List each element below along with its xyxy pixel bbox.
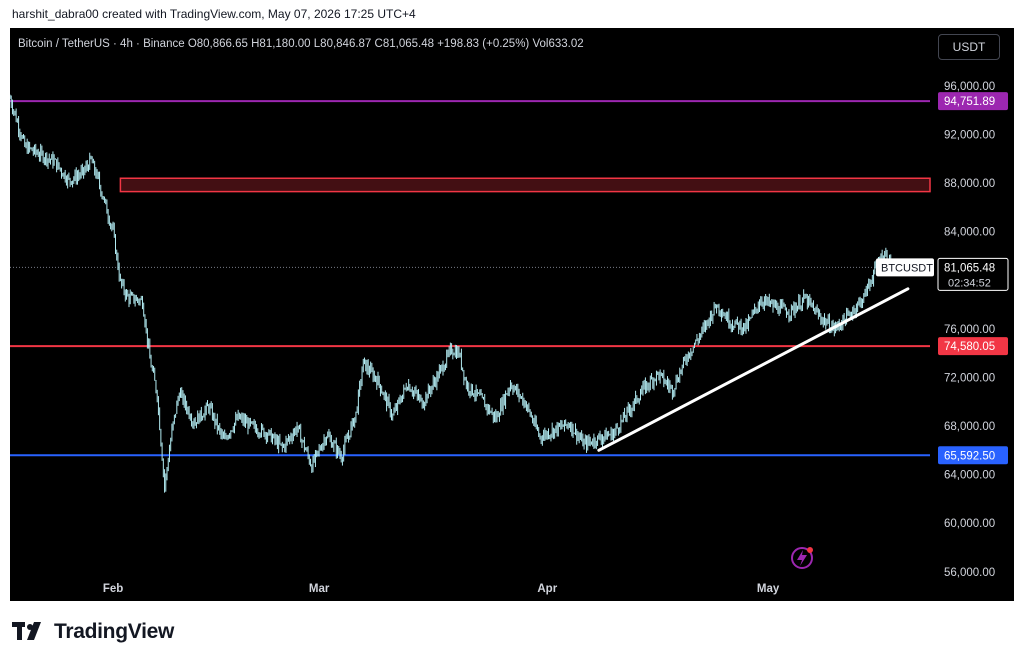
- symbol-legend: Bitcoin / TetherUS · 4h · Binance O80,86…: [18, 38, 584, 50]
- y-tick-label-0: 96,000.00: [944, 81, 995, 93]
- y-tick-label-2: 88,000.00: [944, 178, 995, 190]
- y-tick-label-5: 72,000.00: [944, 372, 995, 384]
- y-tick-label-6: 68,000.00: [944, 421, 995, 433]
- chart-panel[interactable]: 96,000.00 92,000.00 88,000.00 84,000.00 76,0…: [10, 28, 1014, 601]
- x-tick-label-0: Feb: [103, 583, 123, 595]
- alert-lightning-icon[interactable]: [791, 547, 813, 569]
- chart-credit: harshit_dabra00 created with TradingView…: [12, 7, 416, 21]
- countdown-label: 02:34:52: [948, 277, 991, 289]
- y-tick-label-7: 64,000.00: [944, 470, 995, 482]
- tradingview-logo-icon: [12, 622, 41, 640]
- level-tag-label-2: 65,592.50: [944, 450, 995, 462]
- level-tag-label-1: 74,580.05: [944, 341, 995, 353]
- price-chart[interactable]: 96,000.00 92,000.00 88,000.00 84,000.00 76,0…: [10, 28, 1014, 601]
- brand[interactable]: TradingView: [12, 617, 174, 647]
- last-price-label: 81,065.48: [944, 262, 995, 274]
- y-tick-label-8: 60,000.00: [944, 518, 995, 530]
- x-tick-label-1: Mar: [309, 583, 330, 595]
- symbol-tag-label: BTCUSDT: [881, 262, 933, 274]
- brand-name: TradingView: [54, 620, 175, 643]
- y-tick-label-9: 56,000.00: [944, 567, 995, 579]
- x-tick-label-3: May: [757, 583, 780, 595]
- candles: [10, 94, 893, 493]
- level-tag-label-0: 94,751.89: [944, 96, 995, 108]
- y-tick-label-1: 92,000.00: [944, 130, 995, 142]
- currency-button[interactable]: USDT: [938, 34, 1000, 60]
- resistance-zone: [119, 177, 931, 193]
- x-tick-label-2: Apr: [537, 583, 557, 595]
- y-tick-label-4: 76,000.00: [944, 324, 995, 336]
- y-tick-label-3: 84,000.00: [944, 227, 995, 239]
